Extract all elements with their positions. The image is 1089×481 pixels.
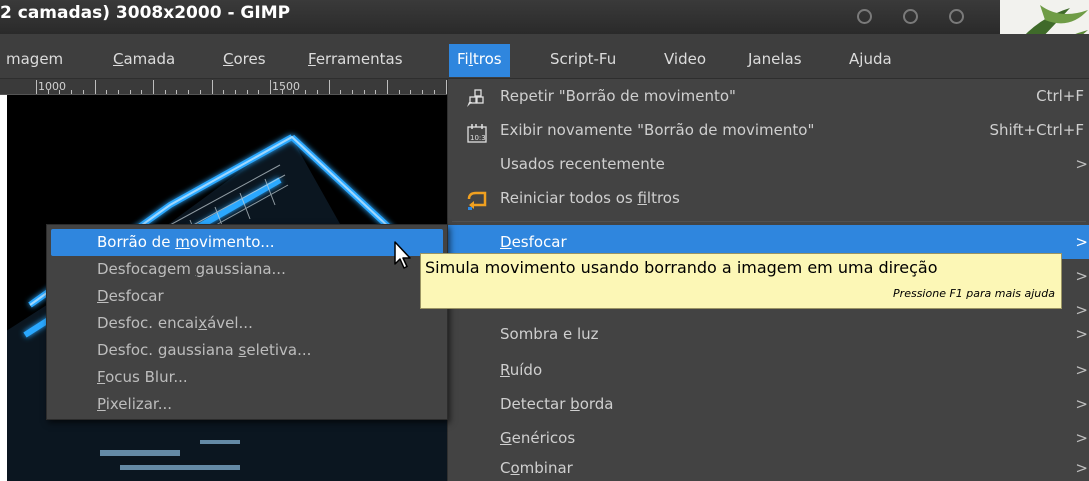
ruler-tick	[363, 90, 365, 94]
blur-submenu: Borrão de movimento... Desfocagem gaussi…	[46, 224, 448, 420]
ruler-label: 1500	[272, 80, 300, 93]
tooltip-hint: Pressione F1 para mais ajuda	[893, 287, 1055, 300]
menu-layer[interactable]: Camada	[111, 44, 177, 74]
menu-item-label: Detectar borda	[500, 395, 614, 413]
menu-video[interactable]: Video	[662, 44, 708, 74]
submenu-item-blur[interactable]: Desfocar	[51, 283, 443, 310]
ruler-tick	[211, 80, 213, 94]
svg-text:10:3: 10:3	[470, 134, 486, 142]
ruler-tick	[246, 90, 248, 94]
mouse-pointer-icon	[393, 240, 415, 274]
ruler-tick	[199, 90, 201, 94]
maximize-button[interactable]	[903, 9, 918, 24]
close-button[interactable]	[949, 9, 964, 24]
ruler-label: 1000	[38, 80, 66, 93]
submenu-arrow-icon: >	[1075, 459, 1088, 477]
submenu-arrow-icon: >	[1075, 267, 1088, 285]
tooltip: Simula movimento usando borrando a image…	[420, 253, 1062, 309]
menu-item-label: Combinar	[500, 459, 573, 477]
ruler-tick	[36, 80, 37, 94]
menu-item-repeat-filter[interactable]: Repetir "Borrão de movimento" Ctrl+F	[448, 79, 1089, 113]
submenu-arrow-icon: >	[1075, 395, 1088, 413]
window-title: 2 camadas) 3008x2000 - GIMP	[0, 3, 291, 23]
menu-item-label: Exibir novamente "Borrão de movimento"	[500, 121, 815, 139]
menu-item-label: Genéricos	[500, 429, 576, 447]
ruler-tick	[375, 90, 377, 94]
menu-item-label: Repetir "Borrão de movimento"	[500, 87, 736, 105]
shortcut-label: Shift+Ctrl+F	[989, 121, 1084, 139]
window-edge	[0, 95, 7, 481]
submenu-item-gaussian-blur[interactable]: Desfocagem gaussiana...	[51, 256, 443, 283]
ruler-tick	[141, 90, 143, 94]
ruler-tick	[351, 90, 353, 94]
ruler-tick	[410, 90, 412, 94]
submenu-item-motion-blur[interactable]: Borrão de movimento...	[51, 229, 443, 256]
ruler-tick	[316, 90, 318, 94]
menubar: magem Camada Cores Ferramentas Filtros S…	[0, 34, 1089, 79]
menu-separator	[452, 221, 1086, 222]
window-titlebar: 2 camadas) 3008x2000 - GIMP	[0, 0, 1089, 34]
tooltip-text: Simula movimento usando borrando a image…	[425, 258, 938, 277]
menu-item-label: Reiniciar todos os filtros	[500, 189, 680, 207]
submenu-arrow-icon: >	[1075, 233, 1088, 251]
menu-colors[interactable]: Cores	[221, 44, 268, 74]
menu-image[interactable]: magem	[4, 44, 65, 74]
menu-item-generic[interactable]: Genéricos >	[448, 421, 1089, 455]
submenu-item-selective-gaussian-blur[interactable]: Desfoc. gaussiana seletiva...	[51, 337, 443, 364]
ruler-tick	[340, 90, 342, 94]
ruler-tick	[305, 90, 307, 94]
minimize-button[interactable]	[857, 9, 872, 24]
reset-filters-icon	[466, 189, 488, 210]
menu-filters[interactable]: Filtros	[449, 44, 510, 77]
ruler-tick	[258, 90, 260, 94]
menu-item-reset-filters[interactable]: Reiniciar todos os filtros	[448, 181, 1089, 215]
ruler-tick	[129, 90, 131, 94]
menu-item-light-shadow[interactable]: Sombra e luz >	[448, 317, 1089, 351]
submenu-arrow-icon: >	[1075, 429, 1088, 447]
menu-script-fu[interactable]: Script-Fu	[548, 44, 618, 74]
menu-item-label: Ruído	[500, 361, 543, 379]
horizontal-ruler[interactable]: 1000 1500	[0, 79, 447, 95]
ruler-tick	[387, 80, 388, 94]
ruler-tick	[71, 90, 73, 94]
ruler-tick	[164, 90, 166, 94]
ruler-tick	[59, 90, 61, 94]
ruler-tick	[176, 90, 178, 94]
submenu-arrow-icon: >	[1075, 155, 1088, 173]
ruler-tick	[398, 90, 400, 94]
menu-item-label: Sombra e luz	[500, 325, 599, 343]
reshow-filter-icon: 10:3	[466, 121, 488, 143]
ruler-tick	[82, 90, 84, 94]
ruler-tick	[188, 90, 190, 94]
shortcut-label: Ctrl+F	[1036, 87, 1084, 105]
submenu-item-pixelize[interactable]: Pixelizar...	[51, 391, 443, 418]
menu-item-reshow-filter[interactable]: 10:3 Exibir novamente "Borrão de movimen…	[448, 113, 1089, 147]
ruler-tick	[234, 90, 236, 94]
repeat-filter-icon	[466, 87, 488, 107]
ruler-tick	[422, 90, 424, 94]
submenu-arrow-icon: >	[1075, 325, 1088, 343]
ruler-tick	[433, 90, 435, 94]
submenu-item-focus-blur[interactable]: Focus Blur...	[51, 364, 443, 391]
menu-tools[interactable]: Ferramentas	[306, 44, 405, 74]
menu-item-combine[interactable]: Combinar >	[448, 451, 1089, 481]
ruler-tick	[153, 80, 154, 94]
ruler-tick	[328, 80, 330, 94]
menu-item-noise[interactable]: Ruído >	[448, 353, 1089, 387]
menu-windows[interactable]: Janelas	[746, 44, 804, 74]
ruler-tick	[223, 90, 225, 94]
ruler-tick	[47, 90, 49, 94]
ruler-tick	[281, 90, 283, 94]
menu-item-edge-detect[interactable]: Detectar borda >	[448, 387, 1089, 421]
ruler-tick	[94, 80, 96, 94]
menu-item-label: Usados recentemente	[500, 155, 665, 173]
menu-item-recently-used[interactable]: Usados recentemente >	[448, 147, 1089, 181]
ruler-tick	[270, 80, 271, 94]
menu-help[interactable]: Ajuda	[847, 44, 894, 74]
ruler-tick	[117, 90, 119, 94]
ruler-tick	[293, 90, 295, 94]
submenu-arrow-icon: >	[1075, 361, 1088, 379]
submenu-item-tileable-blur[interactable]: Desfoc. encaixável...	[51, 310, 443, 337]
ruler-tick	[106, 90, 108, 94]
